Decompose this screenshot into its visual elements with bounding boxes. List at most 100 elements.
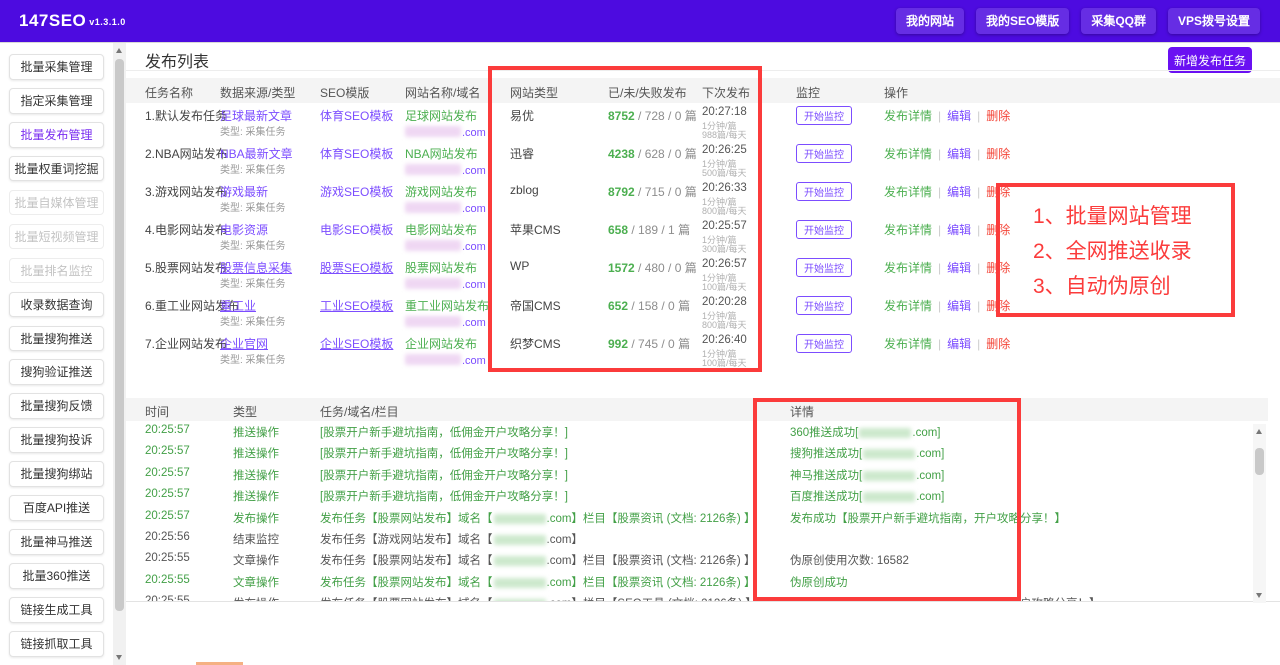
edit-link[interactable]: 编辑 [947,261,971,275]
template-link[interactable]: 股票SEO模板 [320,259,393,276]
sidebar-item[interactable]: 批量360推送 [9,563,104,589]
domain-suffix: .com [462,127,486,139]
scroll-up-arrow-icon[interactable] [1256,429,1262,434]
action-separator: | [938,109,942,123]
log-time: 20:25:57 [145,510,190,522]
publish-detail-link[interactable]: 发布详情 [884,337,932,351]
template-link[interactable]: 企业SEO模板 [320,335,393,352]
row-actions: 发布详情 | 编辑 | 删除 [884,297,1010,314]
nav-button[interactable]: 采集QQ群 [1081,8,1156,34]
log-type: 推送操作 [233,470,279,482]
sidebar-item[interactable]: 批量搜狗绑站 [9,461,104,487]
edit-link[interactable]: 编辑 [947,109,971,123]
edit-link[interactable]: 编辑 [947,337,971,351]
sidebar-item[interactable]: 批量权重词挖掘 [9,155,104,182]
redacted-domain [493,577,546,588]
task-name: 3.游戏网站发布 [145,185,228,199]
publish-detail-link[interactable]: 发布详情 [884,261,932,275]
sidebar-item[interactable]: 批量发布管理 [9,121,104,148]
sidebar-item[interactable]: 指定采集管理 [9,87,104,114]
start-monitor-button[interactable]: 开始监控 [796,182,852,201]
source-type: 类型: 采集任务 [220,127,286,138]
log-type: 发布操作 [233,513,279,525]
top-nav: 我的网站 我的SEO模版 采集QQ群 VPS拨号设置 [895,8,1260,34]
start-monitor-button[interactable]: 开始监控 [796,296,852,315]
edit-link[interactable]: 编辑 [947,223,971,237]
source-link[interactable]: 电影资源 [220,221,268,238]
source-type: 类型: 采集任务 [220,279,286,290]
log-table-scrollbar-thumb[interactable] [1255,448,1264,475]
template-link[interactable]: 工业SEO模板 [320,297,393,314]
publish-detail-link[interactable]: 发布详情 [884,299,932,313]
nav-button[interactable]: 我的网站 [895,8,964,34]
sidebar-item[interactable]: 百度API推送 [9,495,104,521]
log-type: 文章操作 [233,555,279,567]
col-header-actions: 操作 [884,86,909,100]
action-separator: | [938,185,942,199]
source-link[interactable]: 游戏最新 [220,183,268,200]
publish-detail-link[interactable]: 发布详情 [884,147,932,161]
sidebar-item[interactable]: 链接抓取工具 [9,630,104,657]
sidebar-item[interactable]: 批量搜狗反馈 [9,393,104,420]
edit-link[interactable]: 编辑 [947,299,971,313]
source-type: 类型: 采集任务 [220,355,286,366]
sidebar-item[interactable]: 批量搜狗推送 [9,325,104,352]
top-bar: 147SEO v1.3.1.0 我的网站 我的SEO模版 采集QQ群 VPS拨号设置 [0,0,1280,43]
site-domain: .com [405,351,486,369]
log-table-body: 20:25:57 推送操作 [股票开户新手避坑指南，低佣金开户攻略分享！] 360推送… [126,421,1252,601]
template-link[interactable]: 体育SEO模板 [320,145,393,162]
source-link[interactable]: 重工业 [220,297,256,314]
source-link[interactable]: 企业官网 [220,335,268,352]
publish-detail-link[interactable]: 发布详情 [884,109,932,123]
sidebar-item[interactable]: 批量采集管理 [9,54,104,80]
start-monitor-button[interactable]: 开始监控 [796,220,852,239]
sidebar-item[interactable]: 搜狗验证推送 [9,359,104,386]
log-time: 20:25:55 [145,552,190,564]
sidebar-item[interactable]: 链接生成工具 [9,597,104,623]
log-type: 推送操作 [233,448,279,460]
start-monitor-button[interactable]: 开始监控 [796,144,852,163]
sidebar-item[interactable]: 批量搜狗投诉 [9,427,104,453]
publish-detail-link[interactable]: 发布详情 [884,223,932,237]
redacted-domain [405,316,461,328]
template-link[interactable]: 电影SEO模板 [320,221,393,238]
nav-button[interactable]: VPS拨号设置 [1167,8,1260,34]
log-time: 20:25:57 [145,467,190,479]
publish-detail-link[interactable]: 发布详情 [884,185,932,199]
source-link[interactable]: 股票信息采集 [220,259,292,276]
scroll-down-arrow-icon[interactable] [116,655,122,660]
sidebar-item[interactable]: 收录数据查询 [9,291,104,318]
template-link[interactable]: 体育SEO模板 [320,107,393,124]
log-row: 20:25:57 发布操作 发布任务【股票网站发布】域名【 .com】栏目【股票资讯 … [126,507,1252,528]
col-header-monitor: 监控 [796,86,821,100]
redacted-domain [405,164,461,176]
scroll-down-arrow-icon[interactable] [1256,593,1262,598]
row-actions: 发布详情 | 编辑 | 删除 [884,107,1010,124]
sidebar-scrollbar-thumb[interactable] [115,59,124,611]
task-name: 5.股票网站发布 [145,261,228,275]
action-separator: | [977,147,981,161]
sidebar-item[interactable]: 批量神马推送 [9,529,104,555]
delete-link[interactable]: 删除 [986,147,1010,161]
delete-link[interactable]: 删除 [986,337,1010,351]
start-monitor-button[interactable]: 开始监控 [796,106,852,125]
site-name: NBA网站发布 [405,147,478,161]
log-table-scrollbar[interactable] [1253,424,1266,603]
sidebar-scrollbar[interactable] [113,43,126,665]
edit-link[interactable]: 编辑 [947,185,971,199]
source-link[interactable]: 足球最新文章 [220,107,292,124]
template-link[interactable]: 游戏SEO模板 [320,183,393,200]
source-link[interactable]: NBA最新文章 [220,145,293,162]
nav-button[interactable]: 我的SEO模版 [975,8,1070,34]
site-name: 游戏网站发布 [405,185,478,199]
start-monitor-button[interactable]: 开始监控 [796,334,852,353]
action-separator: | [977,337,981,351]
edit-link[interactable]: 编辑 [947,147,971,161]
scroll-up-arrow-icon[interactable] [116,48,122,53]
action-separator: | [938,337,942,351]
sidebar: 批量采集管理 指定采集管理 批量发布管理 批量权重词挖掘 批量自媒体管理 批量短视频管理批… [0,43,113,665]
delete-link[interactable]: 删除 [986,109,1010,123]
log-task: [股票开户新手避坑指南，低佣金开户攻略分享！] [320,448,568,460]
log-row: 20:25:55 文章操作 发布任务【股票网站发布】域名【 .com】栏目【股票资讯 … [126,549,1252,570]
start-monitor-button[interactable]: 开始监控 [796,258,852,277]
